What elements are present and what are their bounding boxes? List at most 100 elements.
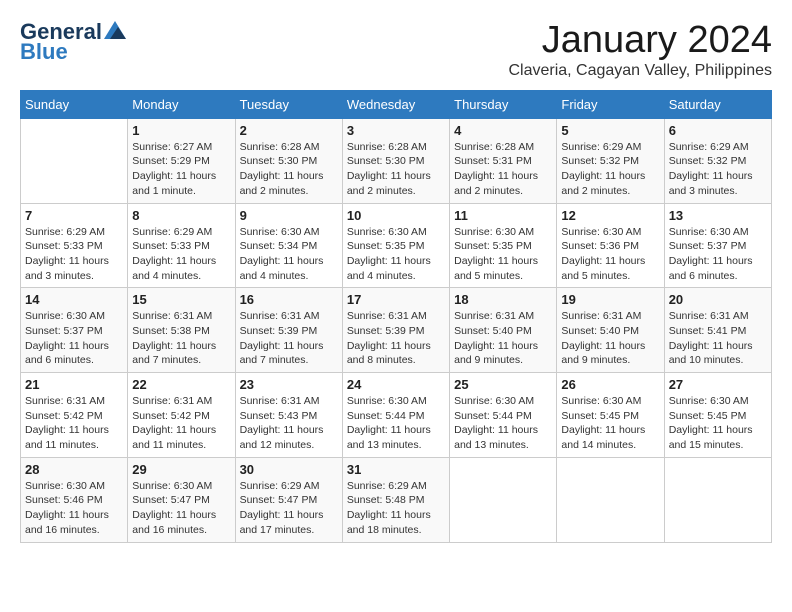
page-header: General Blue January 2024 Claveria, Caga… <box>20 20 772 80</box>
day-info: Sunrise: 6:31 AMSunset: 5:40 PMDaylight:… <box>561 309 659 368</box>
header-cell-sunday: Sunday <box>21 90 128 118</box>
info-line-1: Sunset: 5:33 PM <box>132 240 210 252</box>
day-cell-26: 26Sunrise: 6:30 AMSunset: 5:45 PMDayligh… <box>557 373 664 458</box>
info-line-2: Daylight: 11 hours and 2 minutes. <box>347 170 431 197</box>
day-info: Sunrise: 6:28 AM Sunset: 5:30 PM Daylight:… <box>347 140 445 199</box>
day-number: 16 <box>240 292 338 307</box>
day-cell-20: 20 Sunrise: 6:31 AMSunset: 5:41 PMDayligh… <box>664 288 771 373</box>
header-cell-wednesday: Wednesday <box>342 90 449 118</box>
day-info: Sunrise: 6:30 AMSunset: 5:35 PMDaylight:… <box>347 225 445 284</box>
info-line-2: Daylight: 11 hours and 8 minutes. <box>347 340 431 367</box>
info-line-1: Sunset: 5:39 PM <box>240 325 318 337</box>
location: Claveria, Cagayan Valley, Philippines <box>508 62 772 80</box>
day-info: Sunrise: 6:28 AMSunset: 5:30 PMDaylight:… <box>240 140 338 199</box>
day-number: 27 <box>669 377 767 392</box>
info-line-2: Daylight: 11 hours and 2 minutes. <box>454 170 538 197</box>
day-number: 11 <box>454 208 552 223</box>
info-line-2: Daylight: 11 hours and 18 minutes. <box>347 509 431 536</box>
day-info: Sunrise: 6:31 AMSunset: 5:38 PMDaylight:… <box>132 309 230 368</box>
day-number: 26 <box>561 377 659 392</box>
header-cell-friday: Friday <box>557 90 664 118</box>
day-cell-11: 11 Sunrise: 6:30 AMSunset: 5:35 PMDayligh… <box>450 203 557 288</box>
info-line-0: Sunrise: 6:30 AM <box>669 395 749 407</box>
day-cell-3: 3Sunrise: 6:28 AMSunset: 5:30 PMDaylight… <box>342 118 449 203</box>
day-cell-10: 10Sunrise: 6:30 AMSunset: 5:35 PMDayligh… <box>342 203 449 288</box>
info-line-2: Daylight: 11 hours and 13 minutes. <box>347 424 431 451</box>
day-number: 23 <box>240 377 338 392</box>
info-line-0: Sunrise: 6:31 AM <box>240 310 320 322</box>
day-cell-12: 12Sunrise: 6:30 AMSunset: 5:36 PMDayligh… <box>557 203 664 288</box>
day-cell-23: 23 Sunrise: 6:31 AMSunset: 5:43 PMDayligh… <box>235 373 342 458</box>
info-line-1: Sunset: 5:37 PM <box>25 325 103 337</box>
info-line-0: Sunrise: 6:30 AM <box>454 395 534 407</box>
info-line-1: Sunset: 5:46 PM <box>25 494 103 506</box>
day-number: 30 <box>240 462 338 477</box>
info-line-0: Sunrise: 6:30 AM <box>132 480 212 492</box>
header-row: SundayMondayTuesdayWednesdayThursdayFrid… <box>21 90 772 118</box>
day-info: Sunrise: 6:29 AMSunset: 5:33 PMDaylight:… <box>25 225 123 284</box>
day-number: 6 <box>669 123 767 138</box>
day-cell-22: 22Sunrise: 6:31 AMSunset: 5:42 PMDayligh… <box>128 373 235 458</box>
info-line-2: Daylight: 11 hours and 7 minutes. <box>132 340 216 367</box>
info-line-1: Sunset: 5:34 PM <box>240 240 318 252</box>
week-row-2: 7Sunrise: 6:29 AMSunset: 5:33 PMDaylight… <box>21 203 772 288</box>
day-info: Sunrise: 6:30 AMSunset: 5:47 PMDaylight:… <box>132 479 230 538</box>
info-line-1: Sunset: 5:47 PM <box>240 494 318 506</box>
info-line-0: Sunrise: 6:29 AM <box>25 226 105 238</box>
day-number: 18 <box>454 292 552 307</box>
info-line-2: Daylight: 11 hours and 16 minutes. <box>132 509 216 536</box>
day-cell-17: 17Sunrise: 6:31 AMSunset: 5:39 PMDayligh… <box>342 288 449 373</box>
info-line-0: Sunrise: 6:31 AM <box>132 310 212 322</box>
day-cell-7: 7 Sunrise: 6:29 AMSunset: 5:33 PMDaylight… <box>21 203 128 288</box>
info-line-0: Sunrise: 6:28 AM <box>347 141 427 153</box>
day-info: Sunrise: 6:30 AMSunset: 5:35 PMDaylight:… <box>454 225 552 284</box>
info-line-1: Sunset: 5:30 PM <box>347 155 425 167</box>
logo-icon <box>104 21 126 39</box>
info-line-2: Daylight: 11 hours and 10 minutes. <box>669 340 753 367</box>
info-line-2: Daylight: 11 hours and 5 minutes. <box>561 255 645 282</box>
header-cell-tuesday: Tuesday <box>235 90 342 118</box>
info-line-2: Daylight: 11 hours and 3 minutes. <box>669 170 753 197</box>
day-info: Sunrise: 6:30 AMSunset: 5:46 PMDaylight:… <box>25 479 123 538</box>
day-cell-30: 30Sunrise: 6:29 AMSunset: 5:47 PMDayligh… <box>235 457 342 542</box>
info-line-2: Daylight: 11 hours and 12 minutes. <box>240 424 324 451</box>
info-line-0: Sunrise: 6:31 AM <box>561 310 641 322</box>
day-number: 7 <box>25 208 123 223</box>
day-info: Sunrise: 6:31 AMSunset: 5:41 PMDaylight:… <box>669 309 767 368</box>
info-line-1: Sunset: 5:32 PM <box>669 155 747 167</box>
info-line-2: Daylight: 11 hours and 5 minutes. <box>454 255 538 282</box>
info-line-2: Daylight: 11 hours and 2 minutes. <box>561 170 645 197</box>
info-line-0: Sunrise: 6:30 AM <box>561 395 641 407</box>
day-info: Sunrise: 6:31 AMSunset: 5:43 PMDaylight:… <box>240 394 338 453</box>
day-info: Sunrise: 6:30 AMSunset: 5:45 PMDaylight:… <box>669 394 767 453</box>
day-cell-24: 24Sunrise: 6:30 AMSunset: 5:44 PMDayligh… <box>342 373 449 458</box>
day-number: 20 <box>669 292 767 307</box>
info-line-2: Daylight: 11 hours and 4 minutes. <box>347 255 431 282</box>
day-number: 4 <box>454 123 552 138</box>
day-cell-1: 1Sunrise: 6:27 AMSunset: 5:29 PMDaylight… <box>128 118 235 203</box>
info-line-0: Sunrise: 6:28 AM <box>454 141 534 153</box>
info-line-2: Daylight: 11 hours and 16 minutes. <box>25 509 109 536</box>
day-info: Sunrise: 6:31 AMSunset: 5:39 PMDaylight:… <box>347 309 445 368</box>
day-number: 5 <box>561 123 659 138</box>
info-line-2: Daylight: 11 hours and 6 minutes. <box>669 255 753 282</box>
info-line-2: Daylight: 11 hours and 9 minutes. <box>561 340 645 367</box>
day-number: 1 <box>132 123 230 138</box>
info-line-2: Daylight: 11 hours and 3 minutes. <box>25 255 109 282</box>
info-line-1: Sunset: 5:43 PM <box>240 410 318 422</box>
day-info: Sunrise: 6:29 AMSunset: 5:33 PMDaylight:… <box>132 225 230 284</box>
day-info: Sunrise: 6:29 AMSunset: 5:48 PMDaylight:… <box>347 479 445 538</box>
info-line-0: Sunrise: 6:30 AM <box>454 226 534 238</box>
day-info: Sunrise: 6:30 AMSunset: 5:37 PMDaylight:… <box>669 225 767 284</box>
empty-cell <box>450 457 557 542</box>
info-line-1: Sunset: 5:45 PM <box>669 410 747 422</box>
day-number: 31 <box>347 462 445 477</box>
info-line-2: Daylight: 11 hours and 11 minutes. <box>132 424 216 451</box>
day-number: 14 <box>25 292 123 307</box>
day-info: Sunrise: 6:28 AMSunset: 5:31 PMDaylight:… <box>454 140 552 199</box>
empty-cell <box>664 457 771 542</box>
info-line-0: Sunrise: 6:30 AM <box>347 226 427 238</box>
info-line-1: Sunset: 5:45 PM <box>561 410 639 422</box>
month-title: January 2024 <box>508 20 772 62</box>
day-info: Sunrise: 6:29 AMSunset: 5:32 PMDaylight:… <box>669 140 767 199</box>
